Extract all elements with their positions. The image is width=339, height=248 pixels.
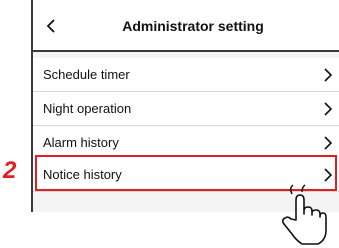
screen-header: Administrator setting [33,0,339,52]
menu-item-label: Alarm history [43,135,119,150]
menu-item-schedule-timer[interactable]: Schedule timer [33,58,339,92]
menu-item-night-operation[interactable]: Night operation [33,92,339,126]
back-button[interactable] [41,14,61,38]
menu-item-label: Night operation [43,101,132,116]
menu-item-label: Schedule timer [43,67,130,82]
step-number: 2 [3,157,17,184]
page-title: Administrator setting [122,18,264,34]
chevron-right-icon [324,102,333,116]
instruction-figure: Administrator setting Schedule timer Nig… [0,0,339,248]
chevron-left-icon [46,19,55,33]
tap-hand-icon [281,184,327,245]
chevron-right-icon [324,68,333,82]
chevron-right-icon [324,168,333,182]
admin-setting-screen: Administrator setting Schedule timer Nig… [31,0,339,212]
menu-item-alarm-history[interactable]: Alarm history [33,126,339,160]
menu-item-label: Notice history [43,167,122,182]
chevron-right-icon [324,136,333,150]
